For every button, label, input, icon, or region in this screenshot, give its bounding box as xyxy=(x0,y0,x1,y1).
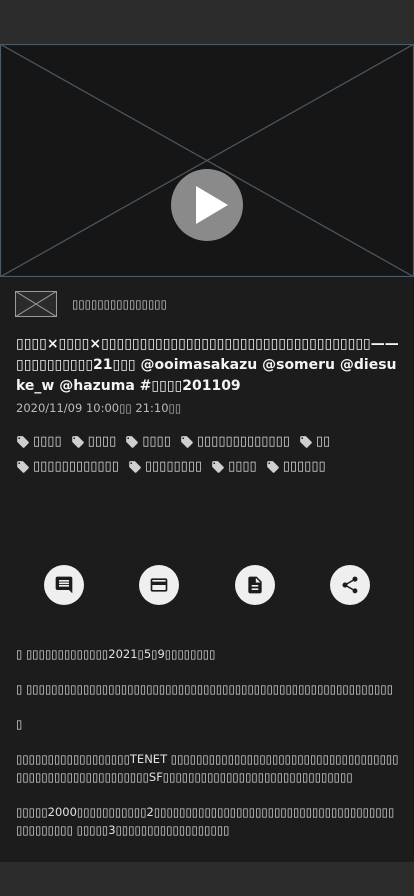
tag-item[interactable]: ▯▯▯▯ xyxy=(71,432,117,451)
tag-label: ▯▯▯▯▯▯ xyxy=(282,459,326,474)
tag-item[interactable]: ▯▯▯▯▯▯ xyxy=(266,457,326,476)
card-icon xyxy=(150,578,168,592)
comment-icon xyxy=(55,576,73,594)
channel-name[interactable]: ▯▯▯▯▯▯▯▯▯▯▯▯▯▯▯ xyxy=(72,297,167,311)
tag-icon xyxy=(17,460,29,473)
description-paragraph: ▯▯▯▯▯▯▯▯▯▯▯▯▯▯▯▯▯▯TENET ▯▯▯▯▯▯▯▯▯▯▯▯▯▯▯▯… xyxy=(16,752,399,784)
tag-label: ▯▯▯▯ xyxy=(142,434,171,449)
channel-row[interactable]: ▯▯▯▯▯▯▯▯▯▯▯▯▯▯▯ xyxy=(15,291,395,319)
document-icon xyxy=(248,576,262,594)
description-paragraph: ▯ ▯▯▯▯▯▯▯▯▯▯▯▯▯2021▯5▯9▯▯▯▯▯▯▯▯ xyxy=(16,647,216,661)
tag-item[interactable]: ▯▯▯▯▯▯▯▯ xyxy=(128,457,202,476)
play-icon xyxy=(196,186,228,224)
program-title: ▯▯▯▯×▯▯▯▯×▯▯▯▯▯▯▯▯▯▯▯▯▯▯▯▯▯▯▯▯▯▯▯▯▯▯▯▯▯▯… xyxy=(16,336,399,394)
program-description: ▯ ▯▯▯▯▯▯▯▯▯▯▯▯▯2021▯5▯9▯▯▯▯▯▯▯▯ ▯ ▯▯▯▯▯▯… xyxy=(16,645,400,862)
tag-icon xyxy=(181,435,193,448)
top-bar xyxy=(0,0,414,44)
description-paragraph: ▯ xyxy=(16,717,23,731)
action-bar xyxy=(0,565,414,605)
document-button[interactable] xyxy=(235,565,275,605)
tag-item[interactable]: ▯▯▯▯ xyxy=(211,457,257,476)
tag-label: ▯▯▯▯▯▯▯▯▯▯▯▯ xyxy=(33,459,119,474)
tag-icon xyxy=(129,460,141,473)
play-button[interactable] xyxy=(171,169,243,241)
tag-label: ▯▯▯▯▯▯▯▯▯▯▯▯▯ xyxy=(196,434,290,449)
program-date: 2020/11/09 10:00▯▯ 21:10▯▯ xyxy=(16,401,182,415)
tag-icon xyxy=(17,435,29,448)
tag-item[interactable]: ▯▯▯▯▯▯▯▯▯▯▯▯▯ xyxy=(180,432,290,451)
tag-icon xyxy=(300,435,312,448)
tag-icon xyxy=(212,460,224,473)
share-button[interactable] xyxy=(330,565,370,605)
tag-item[interactable]: ▯▯▯▯ xyxy=(16,432,62,451)
tag-label: ▯▯ xyxy=(315,434,331,449)
tag-label: ▯▯▯▯ xyxy=(87,434,117,449)
placeholder-image-icon xyxy=(15,291,57,317)
description-paragraph: ▯▯▯▯▯2000▯▯▯▯▯▯▯▯▯▯▯2▯▯▯▯▯▯▯▯▯▯▯▯▯▯▯▯▯▯▯… xyxy=(16,805,395,837)
video-placeholder-icon xyxy=(0,44,414,277)
tag-label: ▯▯▯▯ xyxy=(228,459,257,474)
share-icon xyxy=(342,576,358,594)
tag-label: ▯▯▯▯ xyxy=(33,434,62,449)
tag-icon xyxy=(266,460,279,473)
tag-label: ▯▯▯▯▯▯▯▯ xyxy=(144,459,203,474)
tag-icon xyxy=(126,435,139,448)
bottom-bar xyxy=(0,862,414,896)
comment-button[interactable] xyxy=(44,565,84,605)
description-paragraph: ▯ ▯▯▯▯▯▯▯▯▯▯▯▯▯▯▯▯▯▯▯▯▯▯▯▯▯▯▯▯▯▯▯▯▯▯▯▯▯▯… xyxy=(16,682,394,696)
tag-item[interactable]: ▯▯▯▯ xyxy=(125,432,171,451)
tag-item[interactable]: ▯▯▯▯▯▯▯▯▯▯▯▯ xyxy=(16,457,119,476)
tag-list: ▯▯▯▯ ▯▯▯▯ ▯▯▯▯ ▯▯▯▯▯▯▯▯▯▯▯▯▯ ▯▯ ▯▯▯▯▯▯▯▯… xyxy=(16,432,402,476)
video-player[interactable] xyxy=(0,44,414,277)
tag-item[interactable]: ▯▯ xyxy=(299,432,330,451)
tag-icon xyxy=(71,435,84,448)
card-button[interactable] xyxy=(139,565,179,605)
